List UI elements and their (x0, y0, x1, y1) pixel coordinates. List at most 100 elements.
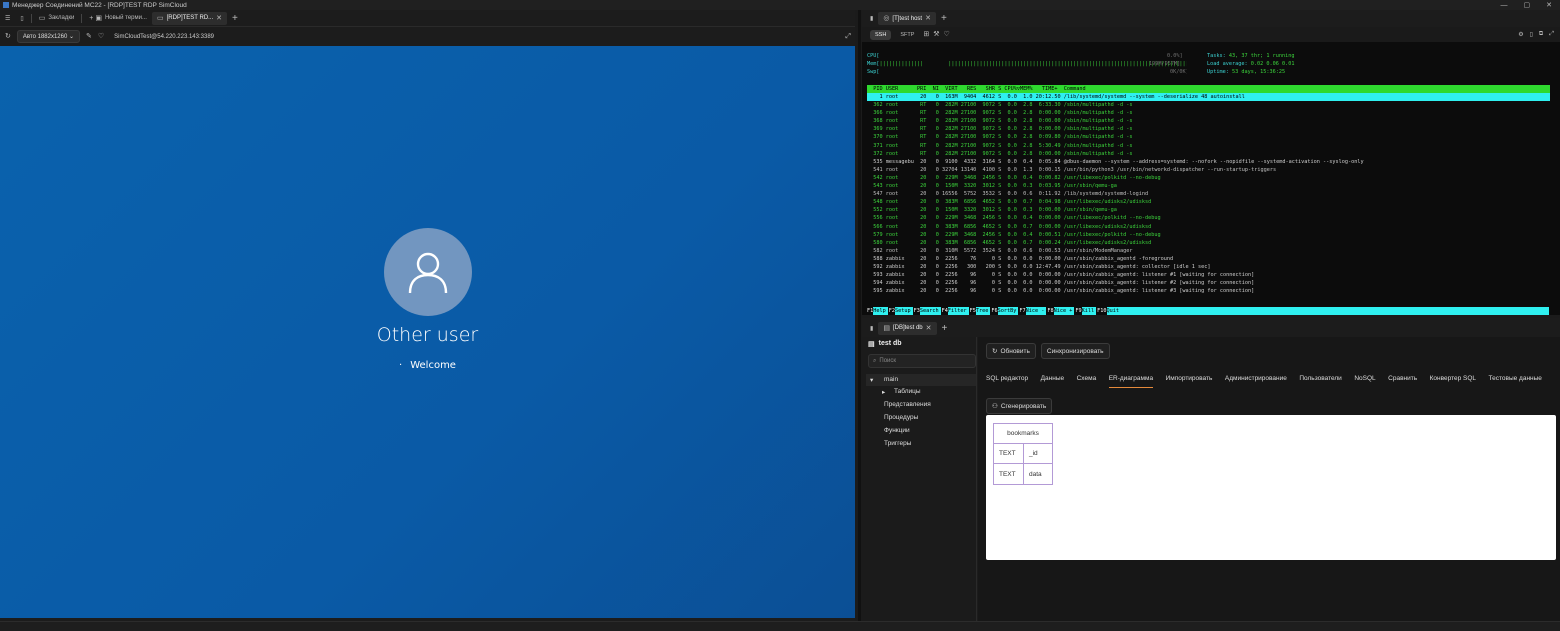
process-row[interactable]: 370 root RT 0 282M 27100 9072 S 0.0 2.8 … (867, 133, 1550, 141)
process-row[interactable]: 593 zabbix 20 0 2256 96 0 S 0.0 0.0 0:00… (867, 271, 1550, 279)
tab-rdp[interactable]: ▭ [RDP]TEST RD... ✕ (151, 11, 228, 25)
process-row[interactable]: 543 root 20 0 150M 3320 3012 S 0.0 0.3 0… (867, 182, 1550, 190)
tab-db-7[interactable]: NoSQL (1354, 375, 1375, 388)
tab-db-6[interactable]: Пользователи (1299, 375, 1341, 388)
fkey-kill-button[interactable]: F9 Kill (1074, 307, 1096, 315)
process-row[interactable]: 369 root RT 0 282M 27100 9072 S 0.0 2.8 … (867, 125, 1550, 133)
sftp-mode-button[interactable]: SFTP (895, 30, 919, 40)
resolution-select[interactable]: Авто 1882x1260 ⌄ (16, 30, 81, 43)
tab-terminal[interactable]: ◎ [T]test host ✕ (878, 12, 936, 25)
process-row[interactable]: 362 root RT 0 282M 27100 9072 S 0.0 2.8 … (867, 101, 1550, 109)
settings-icon[interactable]: ⚙ (1518, 31, 1523, 38)
process-row[interactable]: 535 messagebu 20 0 9100 4332 3164 S 0.0 … (867, 158, 1550, 166)
tab-db-0[interactable]: SQL редактор (986, 375, 1028, 388)
minimize-button[interactable]: — (1501, 2, 1508, 9)
remote-screen[interactable]: Other user · Welcome (0, 46, 855, 618)
er-column-name: _id (1029, 450, 1038, 457)
er-column-name: data (1029, 470, 1042, 478)
split-icon[interactable]: ⧉ (1539, 31, 1543, 38)
process-row[interactable]: 548 root 20 0 383M 6856 4652 S 0.0 0.7 0… (867, 198, 1550, 206)
reload-icon[interactable]: ↻ (5, 33, 11, 40)
sync-button[interactable]: Синхронизировать (1040, 343, 1110, 359)
tree-item-functions[interactable]: Функции (884, 427, 910, 434)
process-row[interactable]: 541 root 20 0 32704 13140 4100 S 0.0 1.3… (867, 166, 1550, 174)
tab-bookmarks[interactable]: ▭ Закладки (34, 12, 80, 25)
process-row[interactable]: 582 root 20 0 310M 5572 3524 S 0.0 0.6 0… (867, 247, 1550, 255)
tree-item-views[interactable]: Представления (884, 401, 931, 408)
refresh-button[interactable]: ↻ Обновить (986, 343, 1036, 359)
tab-db-5[interactable]: Администрирование (1225, 375, 1287, 388)
process-row[interactable]: 579 root 20 0 229M 3468 2456 S 0.0 0.4 0… (867, 231, 1550, 239)
tree-item-tables[interactable]: Таблицы (894, 388, 921, 395)
mem-meter: Mem[|||||||||||||| |||||||||||||||||||||… (867, 61, 1187, 67)
tree-item-triggers[interactable]: Триггеры (884, 440, 911, 447)
tab-db-4[interactable]: Импортировать (1166, 375, 1213, 388)
process-row[interactable]: 372 root RT 0 282M 27100 9072 S 0.0 2.8 … (867, 150, 1550, 158)
add-tab-button[interactable]: + (936, 12, 952, 25)
pane-splitter[interactable] (858, 10, 861, 621)
process-row[interactable]: 588 zabbix 20 0 2256 76 0 S 0.0 0.0 0:00… (867, 255, 1550, 263)
er-column-type: TEXT (994, 444, 1024, 463)
tab-db-3[interactable]: ER-диаграмма (1108, 375, 1154, 388)
process-row[interactable]: 580 root 20 0 383M 6856 4652 S 0.0 0.7 0… (867, 239, 1550, 247)
sidebar-toggle-icon[interactable]: ☰ (0, 12, 15, 25)
ssh-mode-button[interactable]: SSH (870, 29, 892, 40)
process-row[interactable]: 556 root 20 0 229M 3468 2456 S 0.0 0.4 0… (867, 214, 1550, 222)
copy-icon[interactable]: ▯ (1530, 31, 1533, 38)
tab-db-1[interactable]: Данные (1041, 375, 1064, 388)
er-table-title: bookmarks (994, 424, 1052, 444)
tab-db-9[interactable]: Конвертер SQL (1430, 375, 1476, 388)
fkey-tree-button[interactable]: F5 Tree (968, 307, 991, 315)
close-tab-icon[interactable]: ✕ (216, 15, 222, 22)
process-row[interactable]: 368 root RT 0 282M 27100 9072 S 0.0 2.8 … (867, 117, 1550, 125)
shield-icon: ♡ (97, 33, 105, 40)
maximize-button[interactable]: ▢ (1524, 1, 1531, 9)
grid-icon[interactable]: ⊞ (923, 31, 929, 38)
htop-output[interactable]: CPU[0.0%] Mem[|||||||||||||| |||||||||||… (867, 50, 1557, 294)
tab-database[interactable]: ▤ [DB]test db ✕ (878, 321, 937, 335)
tab-db-2[interactable]: Схема (1077, 375, 1097, 388)
process-row[interactable]: 595 zabbix 20 0 2256 96 0 S 0.0 0.0 0:00… (867, 287, 1550, 295)
generate-button[interactable]: ⚇ Сгенерировать (986, 398, 1053, 414)
er-diagram-canvas[interactable]: bookmarks TEXT _id TEXT data (986, 415, 1556, 560)
fkey-nice-button[interactable]: F7 Nice - (1018, 307, 1046, 315)
close-tab-icon[interactable]: ✕ (925, 15, 931, 22)
fkey-quit-button[interactable]: F10 Quit (1096, 307, 1121, 315)
fkey-help-button[interactable]: F1 Help (866, 307, 888, 315)
fkey-filter-button[interactable]: F4 Filter (940, 307, 969, 315)
tab-db-8[interactable]: Сравнить (1388, 375, 1417, 388)
process-row-selected[interactable]: 1 root 20 0 163M 9404 4612 S 0.0 1.0 20:… (867, 93, 1550, 101)
db-search-input[interactable]: ⌕ Поиск (868, 354, 976, 368)
close-tab-icon[interactable]: ✕ (926, 325, 932, 332)
process-row[interactable]: 542 root 20 0 229M 3468 2456 S 0.0 0.4 0… (867, 174, 1550, 182)
add-tab-button[interactable]: + (937, 322, 953, 335)
fullscreen-icon[interactable]: ⤢ (1549, 31, 1554, 38)
process-row[interactable]: 371 root RT 0 282M 27100 9072 S 0.0 2.8 … (867, 142, 1550, 150)
fkey-search-button[interactable]: F3 Search (912, 307, 941, 315)
fullscreen-icon[interactable]: ⤢ (845, 33, 851, 40)
tab-pin-icon[interactable]: ▮ (865, 322, 878, 335)
tree-item-main[interactable] (866, 374, 976, 386)
fkey-setup-button[interactable]: F2 Setup (887, 307, 913, 315)
process-row[interactable]: 547 root 20 0 16556 5752 3532 S 0.0 0.6 … (867, 190, 1550, 198)
process-row[interactable]: 594 zabbix 20 0 2256 96 0 S 0.0 0.0 0:00… (867, 279, 1550, 287)
fkey-sortby-button[interactable]: F6 SortBy (990, 307, 1018, 315)
tab-pin-icon[interactable]: ▯ (15, 12, 28, 25)
edit-icon[interactable]: ✎ (86, 33, 92, 40)
tree-item-procedures[interactable]: Процедуры (884, 414, 918, 421)
heart-icon[interactable]: ♡ (944, 31, 950, 38)
add-tab-button[interactable]: + (227, 12, 243, 25)
process-row[interactable]: 592 zabbix 20 0 2256 300 200 S 0.0 0.0 1… (867, 263, 1550, 271)
fkey-nice-button[interactable]: F8 Nice + (1046, 307, 1074, 315)
tab-db-10[interactable]: Тестовые данные (1489, 375, 1542, 388)
window-title: Менеджер Соединений MC22 - [RDP]TEST RDP… (12, 1, 187, 9)
tab-pin-icon[interactable]: ▮ (865, 12, 878, 25)
process-row[interactable]: 566 root 20 0 383M 6856 4652 S 0.0 0.7 0… (867, 223, 1550, 231)
er-table-bookmarks[interactable]: bookmarks TEXT _id TEXT data (993, 423, 1053, 485)
tab-new-terminal[interactable]: + ▣ Новый терми... (84, 12, 152, 25)
process-row[interactable]: 366 root RT 0 282M 27100 9072 S 0.0 2.8 … (867, 109, 1550, 117)
close-button[interactable]: ✕ (1546, 1, 1552, 9)
er-column-row: TEXT data (994, 464, 1052, 484)
tools-icon[interactable]: ⚒ (933, 31, 939, 38)
process-row[interactable]: 552 root 20 0 150M 3320 3012 S 0.0 0.3 0… (867, 206, 1550, 214)
